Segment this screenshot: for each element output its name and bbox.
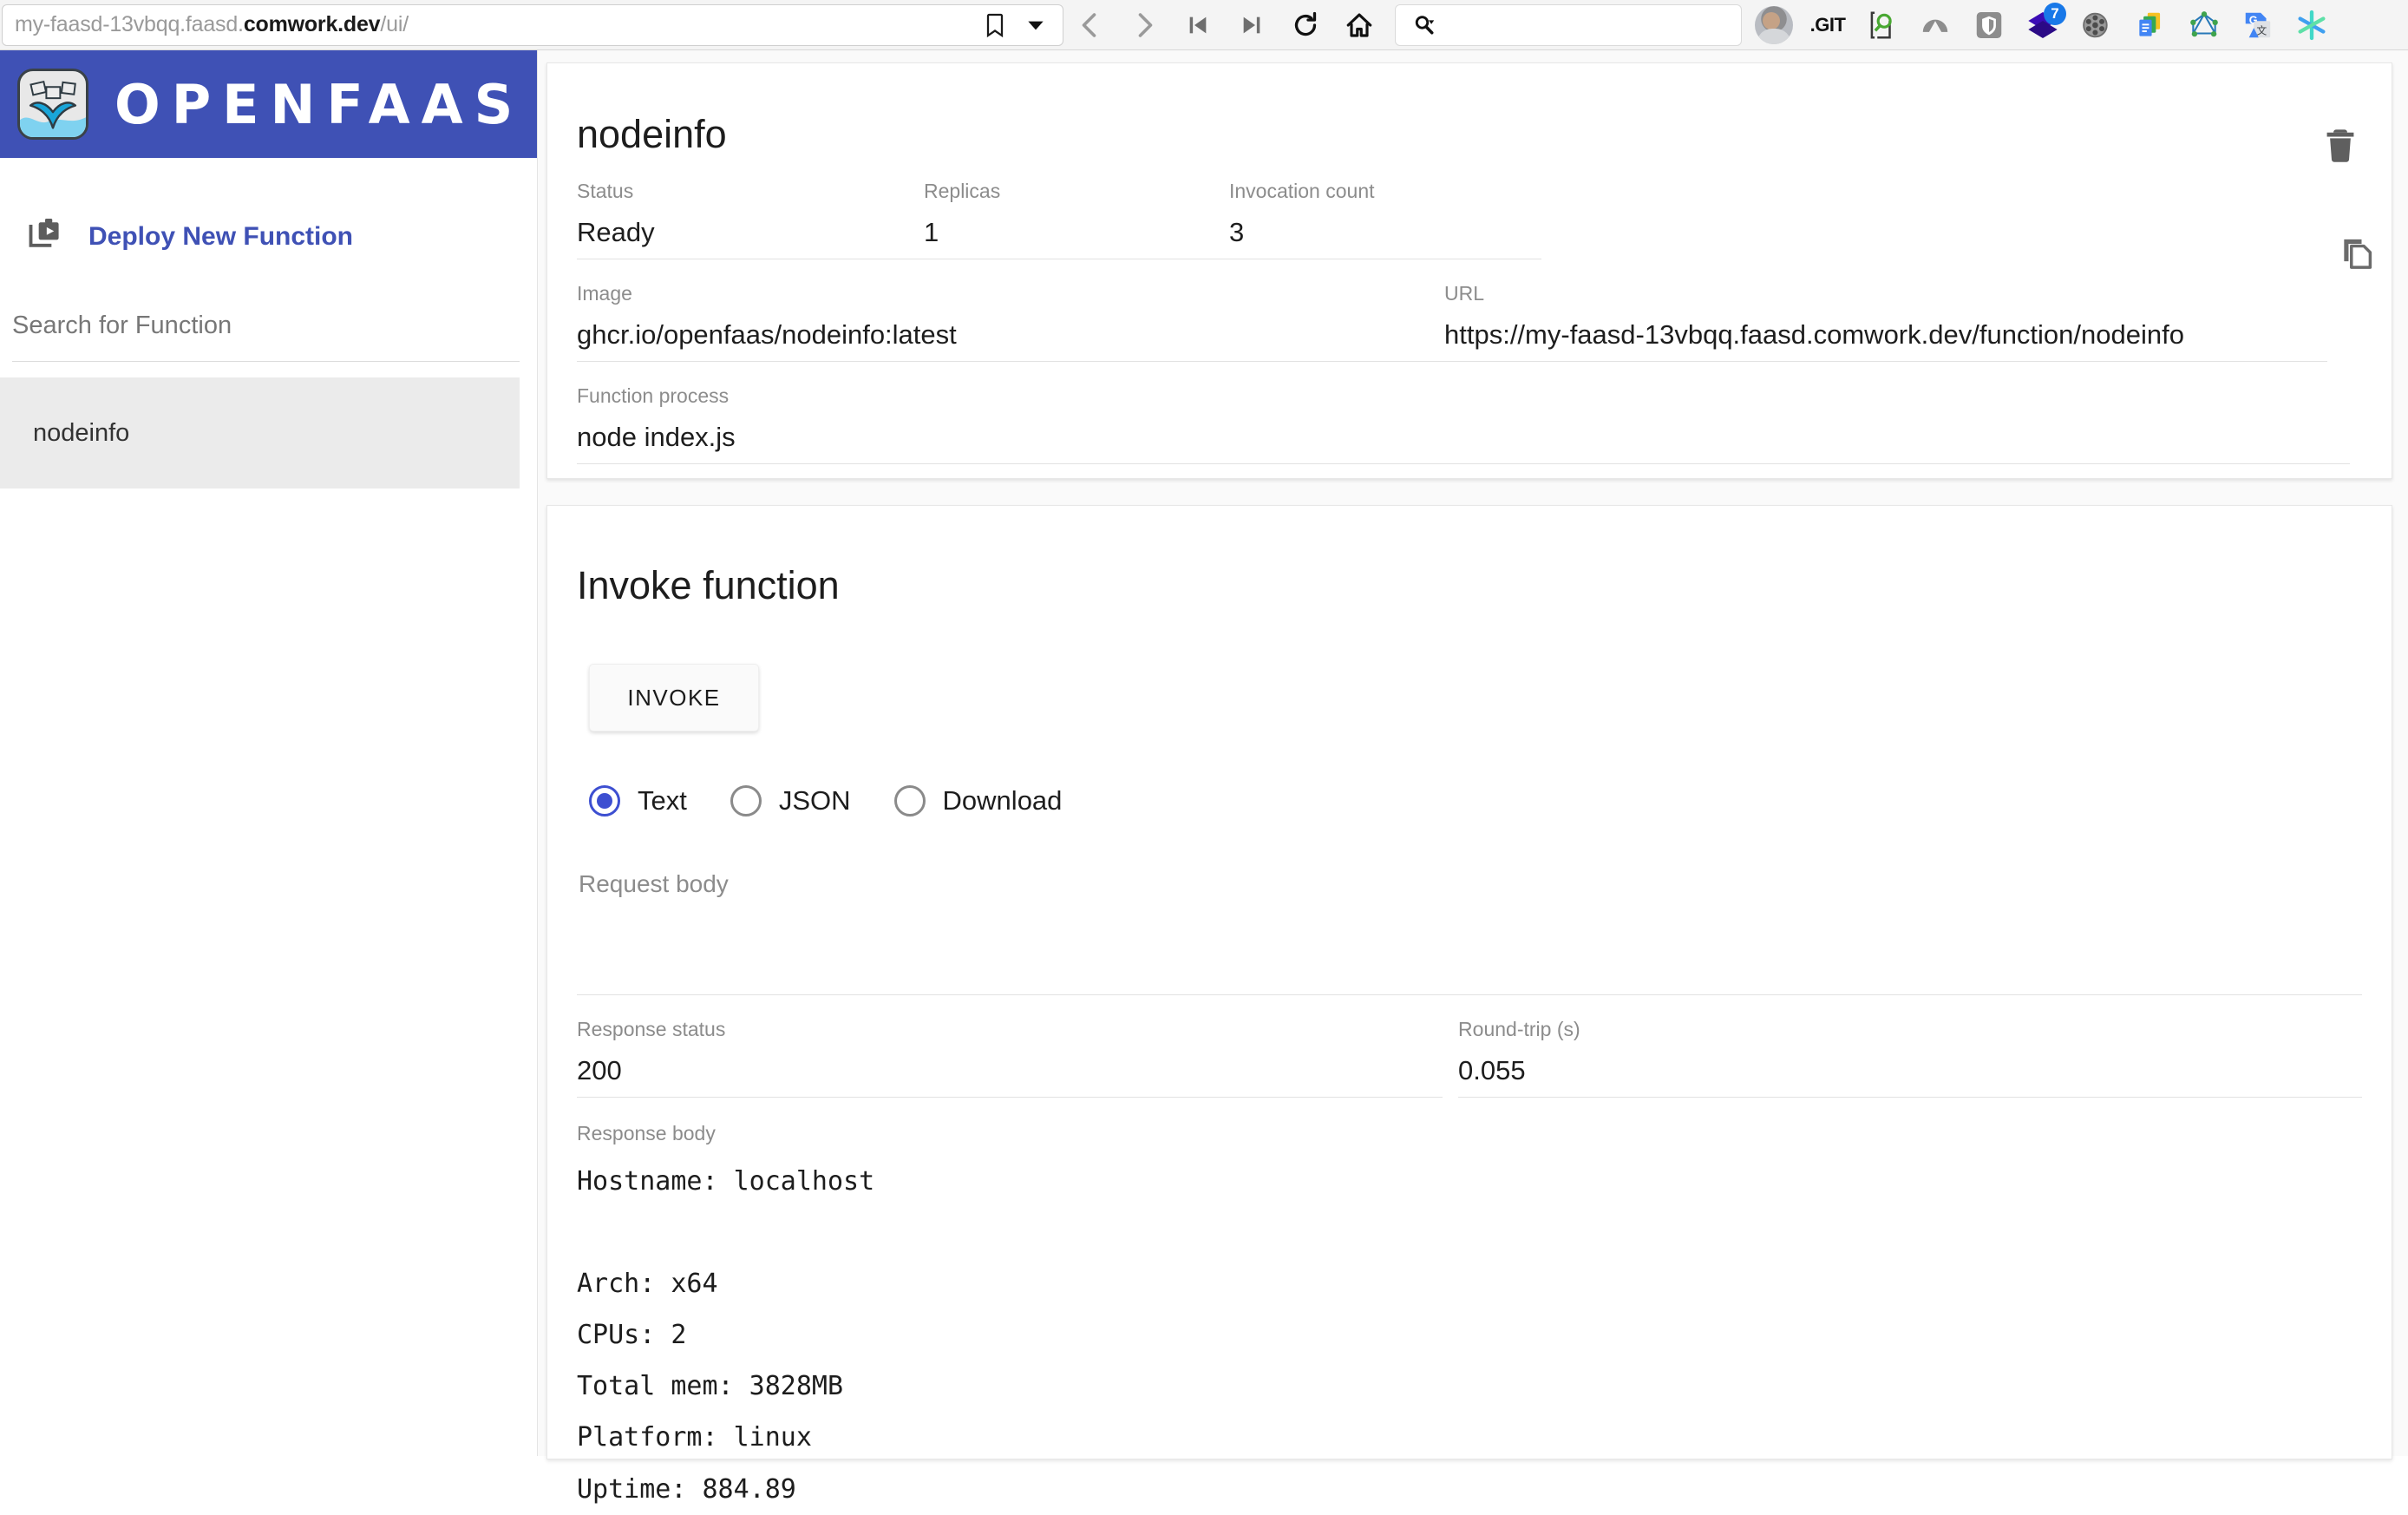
field-function-process-value: node index.js: [577, 422, 736, 452]
git-icon[interactable]: .GIT: [1801, 0, 1855, 50]
field-status-label: Status: [577, 180, 634, 202]
radio-download[interactable]: Download: [893, 785, 1063, 817]
radio-download-label: Download: [942, 785, 1063, 816]
notification-badge: 7: [2044, 2, 2066, 25]
browser-toolbar: my-faasd-13vbqq.faasd.comwork.dev/ui/ .G…: [0, 0, 2408, 50]
address-bar[interactable]: my-faasd-13vbqq.faasd.comwork.dev/ui/: [2, 3, 1063, 46]
request-body-input[interactable]: [577, 898, 2362, 995]
film-reel-icon[interactable]: [2070, 0, 2123, 50]
deploy-icon: [26, 215, 64, 258]
sidebar: OPENFAAS Deploy New Function Search for …: [0, 50, 538, 1456]
asterisk-icon[interactable]: [2285, 0, 2339, 50]
page-title: nodeinfo: [577, 112, 727, 156]
main-content: nodeinfo Status Ready Replicas 1 Invocat…: [546, 50, 2408, 1505]
home-button[interactable]: [1332, 0, 1386, 50]
chevron-down-icon[interactable]: [1024, 14, 1047, 36]
function-search[interactable]: Search for Function: [12, 312, 520, 362]
forward-button[interactable]: [1117, 0, 1171, 50]
field-round-trip: Round-trip (s) 0.055: [1458, 1018, 2362, 1098]
browser-search-field[interactable]: [1395, 3, 1742, 46]
field-image: Image ghcr.io/openfaas/nodeinfo:latest: [577, 282, 1444, 362]
delete-function-button[interactable]: [2319, 124, 2362, 169]
radio-json[interactable]: JSON: [730, 785, 851, 817]
request-body-label: Request body: [579, 870, 729, 897]
field-url-value: https://my-faasd-13vbqq.faasd.comwork.de…: [1444, 319, 2184, 350]
radio-text-label: Text: [638, 785, 687, 816]
radio-download-circle: [893, 785, 926, 817]
brand-title: OPENFAAS: [115, 72, 525, 136]
reload-button[interactable]: [1279, 0, 1332, 50]
search-icon: [1415, 15, 1435, 34]
field-invocation-count: Invocation count 3: [1229, 180, 1541, 259]
deploy-new-function-button[interactable]: Deploy New Function: [0, 158, 537, 258]
copy-url-button[interactable]: [2338, 233, 2376, 273]
field-response-status-label: Response status: [577, 1018, 726, 1040]
field-image-label: Image: [577, 282, 632, 305]
extension-toolbar: .GIT 7 G 文: [1747, 0, 2339, 50]
svg-text:文: 文: [2256, 24, 2267, 36]
google-translate-icon[interactable]: G 文: [2231, 0, 2285, 50]
field-url-label: URL: [1444, 282, 1485, 305]
bitwarden-shield-icon[interactable]: [1962, 0, 2016, 50]
response-body-output: Hostname: localhost Arch: x64 CPUs: 2 To…: [577, 1166, 875, 1505]
radio-json-circle: [730, 785, 762, 817]
field-url: URL https://my-faasd-13vbqq.faasd.comwor…: [1444, 282, 2327, 362]
invoke-function-card: Invoke function INVOKE Text JSON Downloa…: [546, 505, 2392, 1505]
search-underline: [12, 361, 520, 362]
back-button[interactable]: [1063, 0, 1117, 50]
response-mode-radio-group: Text JSON Download: [589, 785, 2362, 817]
skip-end-button[interactable]: [1225, 0, 1279, 50]
function-details-card: nodeinfo Status Ready Replicas 1 Invocat…: [546, 62, 2392, 479]
field-response-status: Response status 200: [577, 1018, 1443, 1098]
address-bar-text: my-faasd-13vbqq.faasd.comwork.dev/ui/: [15, 12, 981, 37]
brand-header[interactable]: OPENFAAS: [0, 50, 537, 158]
field-status-value: Ready: [577, 217, 655, 247]
field-replicas: Replicas 1: [924, 180, 1229, 259]
openfaas-app: OPENFAAS Deploy New Function Search for …: [0, 50, 2408, 1505]
skip-start-button[interactable]: [1171, 0, 1225, 50]
field-invocation-count-label: Invocation count: [1229, 180, 1375, 202]
response-meta-row: Response status 200 Round-trip (s) 0.055: [577, 1018, 2362, 1098]
field-function-process: Function process node index.js: [577, 384, 2350, 464]
radio-text-circle: [589, 785, 620, 817]
field-image-value: ghcr.io/openfaas/nodeinfo:latest: [577, 319, 957, 350]
field-round-trip-value: 0.055: [1458, 1055, 1526, 1085]
field-replicas-label: Replicas: [924, 180, 1001, 202]
field-status: Status Ready: [577, 180, 924, 259]
radio-json-label: JSON: [778, 785, 851, 816]
graphql-icon[interactable]: [2177, 0, 2231, 50]
google-docs-icon[interactable]: [2123, 0, 2177, 50]
function-list-item-nodeinfo[interactable]: nodeinfo: [0, 377, 520, 489]
json-viewer-icon[interactable]: [1855, 0, 1908, 50]
field-invocation-count-value: 3: [1229, 217, 1245, 247]
field-replicas-value: 1: [924, 217, 939, 247]
avatar[interactable]: [1747, 0, 1801, 50]
bookmark-icon[interactable]: [981, 11, 1009, 39]
invoke-button[interactable]: INVOKE: [589, 664, 759, 731]
details-middle-row: Image ghcr.io/openfaas/nodeinfo:latest U…: [577, 282, 2362, 362]
openfaas-logo-icon: [17, 69, 88, 140]
response-body-label: Response body: [577, 1122, 716, 1144]
deploy-new-function-label: Deploy New Function: [88, 221, 354, 251]
nordvpn-icon[interactable]: [1908, 0, 1962, 50]
function-list: nodeinfo: [0, 377, 537, 489]
layers-icon[interactable]: 7: [2016, 0, 2070, 50]
url-suffix: /ui/: [380, 12, 409, 36]
field-function-process-label: Function process: [577, 384, 730, 407]
radio-text[interactable]: Text: [589, 785, 687, 817]
url-domain: comwork.dev: [243, 12, 381, 36]
details-bottom-row: Function process node index.js: [577, 384, 2362, 464]
function-list-item-label: nodeinfo: [33, 418, 130, 447]
details-top-row: Status Ready Replicas 1 Invocation count…: [577, 180, 2362, 259]
url-prefix: my-faasd-13vbqq.faasd.: [15, 12, 244, 36]
field-round-trip-label: Round-trip (s): [1458, 1018, 1580, 1040]
invoke-button-label: INVOKE: [627, 684, 721, 711]
function-search-placeholder: Search for Function: [12, 312, 232, 339]
field-response-status-value: 200: [577, 1055, 622, 1085]
invoke-title: Invoke function: [577, 563, 840, 607]
